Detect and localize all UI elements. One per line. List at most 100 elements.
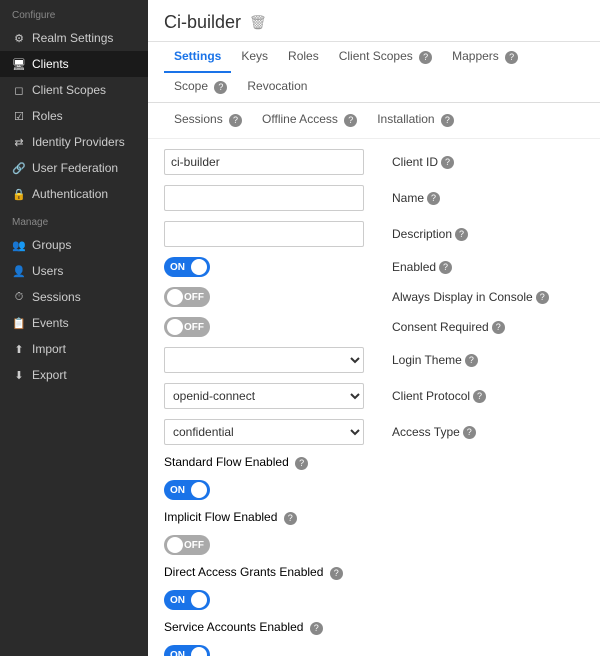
client-protocol-row: openid-connect saml Client Protocol ?: [164, 383, 584, 409]
login-theme-help-icon[interactable]: ?: [465, 354, 478, 367]
access-type-label: Access Type: [392, 425, 460, 439]
offline-access-help-icon[interactable]: ?: [344, 114, 357, 127]
consent-knob: [167, 319, 183, 335]
sidebar-item-events[interactable]: 📋 Events: [0, 310, 148, 336]
page-header: Ci-builder 🗑: [148, 0, 600, 42]
tab-revocation[interactable]: Revocation: [237, 72, 317, 103]
mappers-help-icon[interactable]: ?: [505, 51, 518, 64]
tab-roles[interactable]: Roles: [278, 42, 329, 73]
enabled-label: Enabled: [392, 260, 436, 274]
always-display-row: OFF Always Display in Console ?: [164, 287, 584, 307]
sidebar-item-user-federation[interactable]: 🔗 User Federation: [0, 155, 148, 181]
users-icon: 👤: [12, 264, 26, 278]
name-input[interactable]: [164, 185, 364, 211]
sessions-icon: ⏱: [12, 290, 26, 304]
name-help-icon[interactable]: ?: [427, 192, 440, 205]
events-icon: 📋: [12, 316, 26, 330]
implicit-flow-toggle[interactable]: OFF: [164, 535, 210, 555]
consent-required-row: OFF Consent Required ?: [164, 317, 584, 337]
sidebar-item-import[interactable]: ⬆ Import: [0, 336, 148, 362]
sidebar-item-sessions[interactable]: ⏱ Sessions: [0, 284, 148, 310]
sub-tab-offline-access[interactable]: Offline Access ?: [252, 107, 367, 134]
tab-scope[interactable]: Scope ?: [164, 72, 237, 103]
main-content: Ci-builder 🗑 Settings Keys Roles Client …: [148, 0, 600, 656]
groups-icon: 👥: [12, 238, 26, 252]
client-id-input[interactable]: [164, 149, 364, 175]
description-input-wrap: [164, 221, 384, 247]
client-protocol-select[interactable]: openid-connect saml: [164, 383, 364, 409]
user-federation-icon: 🔗: [12, 161, 26, 175]
enabled-label-wrap: Enabled ?: [384, 260, 584, 274]
sidebar-item-label: Sessions: [32, 290, 81, 304]
scope-help-icon[interactable]: ?: [214, 81, 227, 94]
tab-mappers[interactable]: Mappers ?: [442, 42, 528, 73]
sidebar-item-export[interactable]: ⬇ Export: [0, 362, 148, 388]
consent-toggle[interactable]: OFF: [164, 317, 210, 337]
sidebar-item-groups[interactable]: 👥 Groups: [0, 232, 148, 258]
tab-client-scopes[interactable]: Client Scopes ?: [329, 42, 442, 73]
sidebar-item-label: Users: [32, 264, 63, 278]
enabled-toggle-label: ON: [168, 262, 187, 273]
enabled-row: ON Enabled ?: [164, 257, 584, 277]
always-display-label-text: Always Display in Console: [392, 290, 533, 304]
service-accounts-toggle[interactable]: ON: [164, 645, 210, 656]
sub-tab-installation[interactable]: Installation ?: [367, 107, 464, 134]
installation-help-icon[interactable]: ?: [441, 114, 454, 127]
client-scopes-help-icon[interactable]: ?: [419, 51, 432, 64]
direct-access-help-icon[interactable]: ?: [330, 567, 343, 580]
client-scopes-icon: ◻: [12, 83, 26, 97]
direct-access-toggle[interactable]: ON: [164, 590, 210, 610]
sidebar-item-authentication[interactable]: 🔒 Authentication: [0, 181, 148, 207]
direct-access-label: Direct Access Grants Enabled: [164, 565, 323, 579]
enabled-help-icon[interactable]: ?: [439, 261, 452, 274]
sidebar-item-label: Identity Providers: [32, 135, 125, 149]
client-id-help-icon[interactable]: ?: [441, 156, 454, 169]
standard-flow-toggle[interactable]: ON: [164, 480, 210, 500]
sidebar-item-label: Authentication: [32, 187, 108, 201]
direct-access-label-row: Direct Access Grants Enabled ?: [164, 565, 584, 580]
import-icon: ⬆: [12, 342, 26, 356]
access-type-select[interactable]: confidential public bearer-only: [164, 419, 364, 445]
client-protocol-select-wrap: openid-connect saml: [164, 383, 384, 409]
description-help-icon[interactable]: ?: [455, 228, 468, 241]
name-label-wrap: Name ?: [384, 191, 584, 205]
sidebar-item-label: Export: [32, 368, 67, 382]
access-type-help-icon[interactable]: ?: [463, 426, 476, 439]
sub-tab-sessions[interactable]: Sessions ?: [164, 107, 252, 134]
description-input[interactable]: [164, 221, 364, 247]
sidebar-item-identity-providers[interactable]: ⇄ Identity Providers: [0, 129, 148, 155]
authentication-icon: 🔒: [12, 187, 26, 201]
sidebar-item-users[interactable]: 👤 Users: [0, 258, 148, 284]
sidebar-item-client-scopes[interactable]: ◻ Client Scopes: [0, 77, 148, 103]
export-icon: ⬇: [12, 368, 26, 382]
consent-help-icon[interactable]: ?: [492, 321, 505, 334]
implicit-flow-help-icon[interactable]: ?: [284, 512, 297, 525]
access-type-select-wrap: confidential public bearer-only: [164, 419, 384, 445]
tab-settings[interactable]: Settings: [164, 42, 231, 73]
login-theme-select[interactable]: keycloak rh-sso: [164, 347, 364, 373]
sidebar-item-clients[interactable]: 🖥 Clients: [0, 51, 148, 77]
access-type-row: confidential public bearer-only Access T…: [164, 419, 584, 445]
sidebar-item-label: Realm Settings: [32, 31, 113, 45]
tab-keys[interactable]: Keys: [231, 42, 278, 73]
always-display-label: OFF: [182, 292, 206, 303]
implicit-flow-toggle-row: OFF: [164, 535, 584, 555]
consent-toggle-wrap: OFF: [164, 317, 384, 337]
sidebar-item-realm-settings[interactable]: ⚙ Realm Settings: [0, 25, 148, 51]
implicit-flow-label-row: Implicit Flow Enabled ?: [164, 510, 584, 525]
sessions-help-icon[interactable]: ?: [229, 114, 242, 127]
standard-flow-help-icon[interactable]: ?: [295, 457, 308, 470]
description-label: Description: [392, 227, 452, 241]
client-protocol-help-icon[interactable]: ?: [473, 390, 486, 403]
client-id-label: Client ID: [392, 155, 438, 169]
description-row: Description ?: [164, 221, 584, 247]
sidebar-item-roles[interactable]: ☑ Roles: [0, 103, 148, 129]
client-id-label-wrap: Client ID ?: [384, 155, 584, 169]
always-display-knob: [167, 289, 183, 305]
delete-icon[interactable]: 🗑: [249, 14, 267, 31]
service-accounts-help-icon[interactable]: ?: [310, 622, 323, 635]
always-display-toggle[interactable]: OFF: [164, 287, 210, 307]
always-display-help-icon[interactable]: ?: [536, 291, 549, 304]
name-input-wrap: [164, 185, 384, 211]
enabled-toggle[interactable]: ON: [164, 257, 210, 277]
